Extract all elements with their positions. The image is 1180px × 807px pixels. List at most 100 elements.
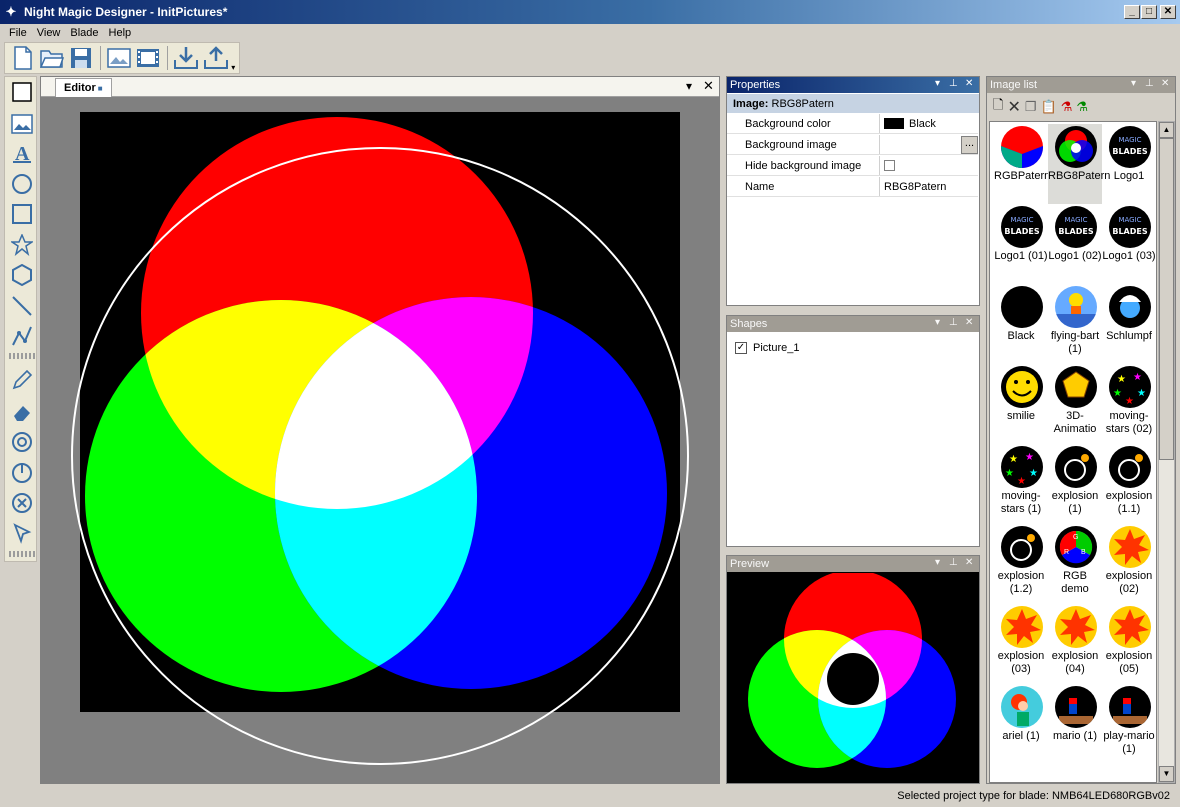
menu-file[interactable]: File xyxy=(4,27,32,39)
picture-1-checkbox[interactable]: ✓ xyxy=(735,342,747,354)
text-tool-icon[interactable]: A xyxy=(9,140,35,166)
menu-view[interactable]: View xyxy=(32,27,66,39)
properties-pin-icon[interactable]: ⊥ xyxy=(949,78,958,89)
scroll-up-icon[interactable]: ▲ xyxy=(1159,122,1174,138)
image-list-item[interactable]: 3D-Animatio xyxy=(1048,364,1102,444)
open-folder-icon[interactable] xyxy=(38,44,65,72)
svg-text:B: B xyxy=(1081,549,1086,556)
image-list-item[interactable]: explosion (04) xyxy=(1048,604,1102,684)
hide-background-checkbox[interactable] xyxy=(884,160,895,171)
shapes-pin-icon[interactable]: ⊥ xyxy=(949,317,958,328)
property-row[interactable]: Name RBG8Patern xyxy=(727,177,978,197)
paste-image-icon[interactable]: 📋 xyxy=(1041,99,1057,115)
menu-help[interactable]: Help xyxy=(104,27,137,39)
list-item[interactable]: ✓ Picture_1 xyxy=(735,342,799,354)
polyline-tool-icon[interactable] xyxy=(9,323,35,349)
toolbar-overflow-icon[interactable]: ▾ xyxy=(231,44,239,72)
image-list-item[interactable]: Schlumpf xyxy=(1102,284,1156,364)
image-canvas[interactable] xyxy=(41,98,719,783)
shapes-menu-icon[interactable]: ▾ xyxy=(935,317,940,328)
menu-blade[interactable]: Blade xyxy=(65,27,103,39)
image-list-item[interactable]: smilie xyxy=(994,364,1048,444)
star-tool-icon[interactable] xyxy=(9,232,35,258)
image-list-item[interactable]: RBG8Patern xyxy=(1048,124,1110,204)
preview-pin-icon[interactable]: ⊥ xyxy=(949,557,958,568)
image-thumbnail: G R B xyxy=(1055,526,1097,568)
shapes-close-icon[interactable]: ✕ xyxy=(965,317,973,328)
image-list-pin-icon[interactable]: ⊥ xyxy=(1145,78,1154,89)
image-list-close-icon[interactable]: ✕ xyxy=(1161,78,1169,89)
preview-menu-icon[interactable]: ▾ xyxy=(935,557,940,568)
svg-text:★: ★ xyxy=(1025,452,1034,463)
properties-menu-icon[interactable]: ▾ xyxy=(935,78,940,89)
image-list-item[interactable]: MAGIC BLADES Logo1 (03) xyxy=(1102,204,1156,284)
line-tool-icon[interactable] xyxy=(9,293,35,319)
svg-text:BLADES: BLADES xyxy=(1112,227,1147,236)
circle-target-tool-icon[interactable] xyxy=(9,429,35,455)
image-list-item[interactable]: RGBPatern xyxy=(994,124,1050,204)
image-list-item[interactable]: Black xyxy=(994,284,1048,364)
image-list-item[interactable]: explosion (03) xyxy=(994,604,1048,684)
background-image-input[interactable] xyxy=(879,135,961,154)
image-thumbnail xyxy=(1001,606,1043,648)
image-list-item[interactable]: MAGIC BLADES Logo1 (01) xyxy=(994,204,1048,284)
svg-text:BLADES: BLADES xyxy=(1058,227,1093,236)
image-list-scrollbar[interactable]: ▲ ▼ xyxy=(1158,121,1175,783)
rectangle-tool-icon[interactable] xyxy=(9,201,35,227)
picture-tool-icon[interactable] xyxy=(9,111,35,137)
tab-list-icon[interactable]: ▾ xyxy=(686,79,692,93)
import-image-icon[interactable]: ⚗ xyxy=(1061,99,1073,115)
browse-button[interactable]: ... xyxy=(961,136,978,154)
save-icon[interactable] xyxy=(67,44,94,72)
rotate-tool-icon[interactable] xyxy=(9,459,35,485)
tab-editor[interactable]: Editor ■ xyxy=(55,78,112,97)
image-list-item[interactable]: explosion (1) xyxy=(1048,444,1102,524)
image-list-item[interactable]: mario (1) xyxy=(1048,684,1102,764)
property-row[interactable]: Background color Black xyxy=(727,114,978,134)
film-icon[interactable] xyxy=(135,44,162,72)
image-thumbnail xyxy=(1109,686,1151,728)
image-list-item[interactable]: explosion (02) xyxy=(1102,524,1156,604)
new-file-icon[interactable] xyxy=(9,44,36,72)
pointer-tool-icon[interactable] xyxy=(9,520,35,546)
image-list-item[interactable]: MAGIC BLADES Logo1 xyxy=(1102,124,1156,204)
copy-image-icon[interactable]: ❐ xyxy=(1025,99,1037,115)
ellipse-tool-icon[interactable] xyxy=(9,171,35,197)
image-list-item[interactable]: play-mario (1) xyxy=(1102,684,1156,764)
image-list-item[interactable]: MAGIC BLADES Logo1 (02) xyxy=(1048,204,1102,284)
close-button[interactable]: ✕ xyxy=(1160,5,1176,19)
preview-close-icon[interactable]: ✕ xyxy=(965,557,973,568)
image-list-item[interactable]: flying-bart (1) xyxy=(1048,284,1102,364)
pencil-tool-icon[interactable] xyxy=(9,367,35,393)
properties-close-icon[interactable]: ✕ xyxy=(965,78,973,89)
property-row[interactable]: Background image ... xyxy=(727,135,978,155)
image-list-item[interactable]: explosion (05) xyxy=(1102,604,1156,684)
export-image-icon[interactable]: ⚗ xyxy=(1076,99,1088,115)
image-list-item[interactable]: explosion (1.1) xyxy=(1102,444,1156,524)
image-list-item[interactable]: ★ ★ ★ ★ ★ moving-stars (1) xyxy=(994,444,1048,524)
property-row[interactable]: Hide background image xyxy=(727,156,978,176)
image-label: explosion (1.1) xyxy=(1105,490,1153,515)
select-rectangle-icon[interactable] xyxy=(9,79,35,105)
image-list-toolbar: 🗋 ✕ ❐ 📋 ⚗ ⚗ xyxy=(991,95,1141,119)
eraser-tool-icon[interactable] xyxy=(9,399,35,425)
image-list-item[interactable]: ariel (1) xyxy=(994,684,1048,764)
delete-image-icon[interactable]: ✕ xyxy=(1007,97,1020,117)
maximize-button[interactable]: □ xyxy=(1141,5,1157,19)
image-list-item[interactable]: G R B RGB demo xyxy=(1048,524,1102,604)
image-icon[interactable] xyxy=(106,44,133,72)
upload-from-blade-icon[interactable] xyxy=(202,44,229,72)
download-to-blade-icon[interactable] xyxy=(173,44,200,72)
polygon-tool-icon[interactable] xyxy=(9,262,35,288)
scroll-down-icon[interactable]: ▼ xyxy=(1159,766,1174,782)
image-thumbnail xyxy=(1109,286,1151,328)
canvas-area[interactable] xyxy=(41,98,719,783)
new-image-icon[interactable]: 🗋 xyxy=(993,96,1003,118)
scroll-thumb[interactable] xyxy=(1159,138,1174,460)
image-list-item[interactable]: explosion (1.2) xyxy=(994,524,1048,604)
delete-tool-icon[interactable] xyxy=(9,490,35,516)
image-list-item[interactable]: ★ ★ ★ ★ ★ moving-stars (02) xyxy=(1102,364,1156,444)
editor-close-icon[interactable]: ✕ xyxy=(703,78,714,94)
minimize-button[interactable]: _ xyxy=(1124,5,1140,19)
image-list-menu-icon[interactable]: ▾ xyxy=(1131,78,1136,89)
